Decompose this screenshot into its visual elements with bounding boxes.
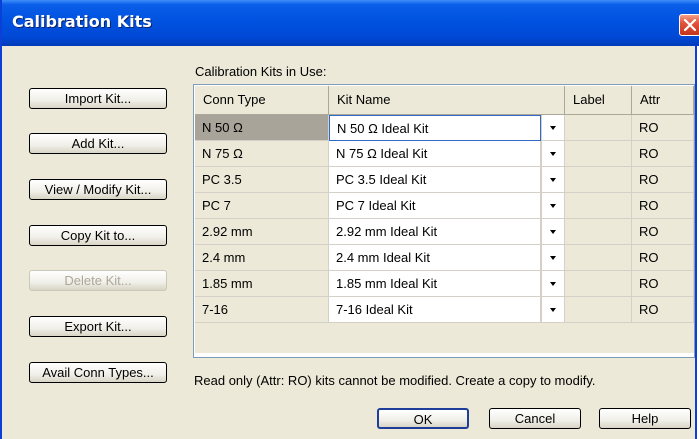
attr-cell: RO	[632, 141, 694, 167]
chevron-down-icon	[550, 281, 556, 286]
attr-cell: RO	[632, 245, 694, 271]
conn-type-cell[interactable]: 1.85 mm	[195, 271, 329, 297]
label-cell[interactable]	[565, 115, 632, 141]
view-modify-kit-button[interactable]: View / Modify Kit...	[29, 179, 167, 200]
kit-name-cell[interactable]: N 75 Ω Ideal Kit	[329, 141, 541, 167]
attr-cell: RO	[632, 271, 694, 297]
attr-cell: RO	[632, 193, 694, 219]
chevron-down-icon	[550, 125, 556, 130]
label-cell[interactable]	[565, 193, 632, 219]
kit-dropdown-button[interactable]	[541, 245, 565, 271]
cancel-button[interactable]: Cancel	[489, 408, 581, 429]
title-bar[interactable]: Calibration Kits	[2, 0, 699, 46]
close-button[interactable]	[679, 14, 699, 36]
kit-name-cell[interactable]: 2.92 mm Ideal Kit	[329, 219, 541, 245]
label-cell[interactable]	[565, 297, 632, 323]
table-row[interactable]: 7-16 7-16 Ideal Kit RO	[195, 297, 694, 323]
table-row[interactable]: 1.85 mm 1.85 mm Ideal Kit RO	[195, 271, 694, 297]
read-only-note: Read only (Attr: RO) kits cannot be modi…	[194, 373, 596, 388]
chevron-down-icon	[550, 255, 556, 260]
export-kit-button[interactable]: Export Kit...	[29, 316, 167, 337]
table-row[interactable]: 2.92 mm 2.92 mm Ideal Kit RO	[195, 219, 694, 245]
conn-type-cell[interactable]: 2.92 mm	[195, 219, 329, 245]
header-label[interactable]: Label	[565, 86, 632, 115]
add-kit-button[interactable]: Add Kit...	[29, 133, 167, 154]
label-cell[interactable]	[565, 167, 632, 193]
kit-name-cell[interactable]: PC 7 Ideal Kit	[329, 193, 541, 219]
kit-name-cell[interactable]: 1.85 mm Ideal Kit	[329, 271, 541, 297]
table-row[interactable]: PC 7 PC 7 Ideal Kit RO	[195, 193, 694, 219]
kit-dropdown-button[interactable]	[541, 297, 565, 323]
close-icon	[684, 19, 696, 31]
header-attr[interactable]: Attr	[632, 86, 694, 115]
label-cell[interactable]	[565, 245, 632, 271]
kit-dropdown-button[interactable]	[541, 141, 565, 167]
kit-name-cell[interactable]: PC 3.5 Ideal Kit	[329, 167, 541, 193]
import-kit-button[interactable]: Import Kit...	[29, 88, 167, 109]
table-row[interactable]: PC 3.5 PC 3.5 Ideal Kit RO	[195, 167, 694, 193]
kit-name-cell[interactable]: 2.4 mm Ideal Kit	[329, 245, 541, 271]
conn-type-cell[interactable]: N 50 Ω	[195, 115, 329, 141]
chevron-down-icon	[550, 229, 556, 234]
attr-cell: RO	[632, 115, 694, 141]
grid-caption: Calibration Kits in Use:	[195, 64, 327, 79]
table-row[interactable]: 2.4 mm 2.4 mm Ideal Kit RO	[195, 245, 694, 271]
conn-type-cell[interactable]: PC 3.5	[195, 167, 329, 193]
kit-dropdown-button[interactable]	[541, 193, 565, 219]
chevron-down-icon	[550, 177, 556, 182]
attr-cell: RO	[632, 167, 694, 193]
conn-type-cell[interactable]: 2.4 mm	[195, 245, 329, 271]
ok-button[interactable]: OK	[377, 408, 469, 429]
attr-cell: RO	[632, 297, 694, 323]
chevron-down-icon	[550, 151, 556, 156]
attr-cell: RO	[632, 219, 694, 245]
copy-kit-button[interactable]: Copy Kit to...	[29, 225, 167, 246]
kit-name-cell[interactable]: N 50 Ω Ideal Kit	[329, 115, 541, 141]
conn-type-cell[interactable]: PC 7	[195, 193, 329, 219]
kit-dropdown-button[interactable]	[541, 167, 565, 193]
table-row[interactable]: N 75 Ω N 75 Ω Ideal Kit RO	[195, 141, 694, 167]
table-row[interactable]: N 50 Ω N 50 Ω Ideal Kit RO	[195, 115, 694, 141]
chevron-down-icon	[550, 203, 556, 208]
conn-type-cell[interactable]: 7-16	[195, 297, 329, 323]
label-cell[interactable]	[565, 219, 632, 245]
help-button[interactable]: Help	[599, 408, 691, 429]
kits-grid[interactable]: Conn Type Kit Name Label Attr N 50 Ω N 5…	[193, 84, 695, 358]
delete-kit-button[interactable]: Delete Kit...	[29, 270, 167, 291]
calibration-kits-dialog: Calibration Kits Import Kit... Add Kit..…	[0, 0, 699, 439]
header-conn-type[interactable]: Conn Type	[195, 86, 329, 115]
avail-conn-types-button[interactable]: Avail Conn Types...	[29, 362, 167, 383]
header-kit-name[interactable]: Kit Name	[329, 86, 565, 115]
label-cell[interactable]	[565, 271, 632, 297]
window-title: Calibration Kits	[12, 12, 152, 31]
kit-name-cell[interactable]: 7-16 Ideal Kit	[329, 297, 541, 323]
kit-dropdown-button[interactable]	[541, 271, 565, 297]
label-cell[interactable]	[565, 141, 632, 167]
chevron-down-icon	[550, 307, 556, 312]
conn-type-cell[interactable]: N 75 Ω	[195, 141, 329, 167]
kit-dropdown-button[interactable]	[541, 115, 565, 141]
kit-dropdown-button[interactable]	[541, 219, 565, 245]
